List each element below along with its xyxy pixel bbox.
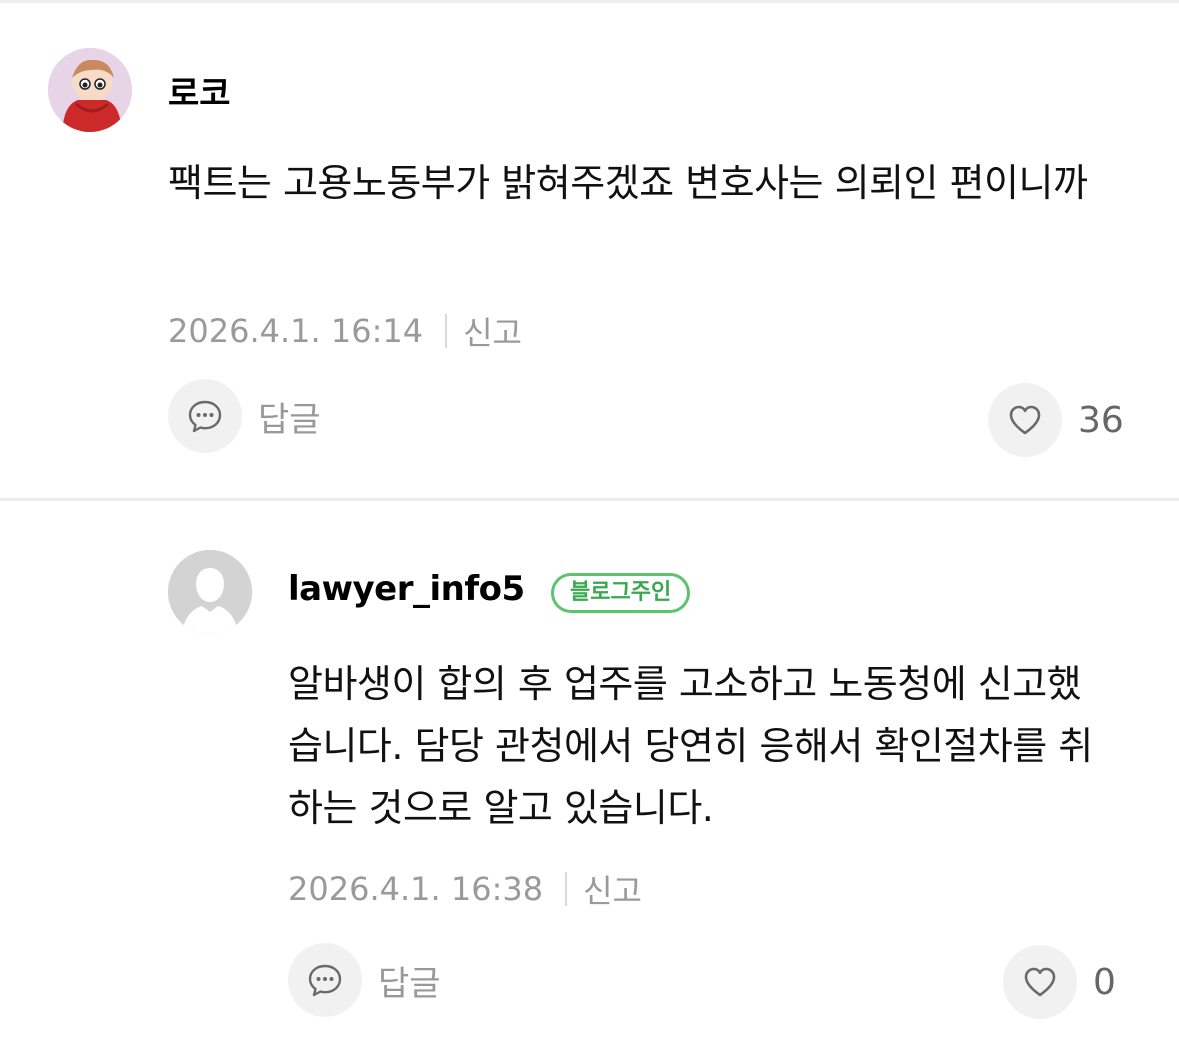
comment-item: 로코 팩트는 고용노동부가 밝혀주겠죠 변호사는 의뢰인 편이니까 2026.4… xyxy=(0,0,1179,498)
reply-button-circle[interactable] xyxy=(288,943,362,1017)
reply-button-circle[interactable] xyxy=(168,379,242,453)
like-button[interactable]: 0 xyxy=(1003,944,1116,1020)
reply-label[interactable]: 답글 xyxy=(258,392,321,441)
comment-author[interactable]: lawyer_info5 xyxy=(288,569,525,609)
comment-timestamp: 2026.4.1. 16:14 xyxy=(168,312,424,350)
like-button-circle[interactable] xyxy=(988,383,1062,457)
comment-text: 팩트는 고용노동부가 밝혀주겠죠 변호사는 의뢰인 편이니까 xyxy=(168,161,1088,205)
like-button-circle[interactable] xyxy=(1003,945,1077,1019)
comment-meta: 2026.4.1. 16:38 신고 xyxy=(288,866,642,912)
like-count: 36 xyxy=(1078,399,1124,441)
blog-owner-badge: 블로그주인 xyxy=(551,573,691,613)
default-user-avatar[interactable] xyxy=(168,550,252,634)
comment-text: 알바생이 합의 후 업주를 고소하고 노동청에 신고했습니다. 담당 관청에서 … xyxy=(288,662,1093,830)
heart-icon xyxy=(1024,967,1056,997)
reply-button[interactable]: 답글 xyxy=(288,942,441,1018)
comment-author[interactable]: 로코 xyxy=(168,66,231,115)
report-link[interactable]: 신고 xyxy=(583,866,642,912)
meta-separator xyxy=(445,314,448,348)
reply-button[interactable]: 답글 xyxy=(168,378,321,454)
heart-icon xyxy=(1009,405,1041,435)
speech-bubble-icon xyxy=(308,964,342,997)
cartoon-avatar[interactable] xyxy=(48,48,132,132)
comment-timestamp: 2026.4.1. 16:38 xyxy=(288,870,544,908)
report-link[interactable]: 신고 xyxy=(463,308,522,354)
reply-label[interactable]: 답글 xyxy=(378,956,441,1005)
speech-bubble-icon xyxy=(188,400,222,433)
comment-meta: 2026.4.1. 16:14 신고 xyxy=(168,308,522,354)
like-count: 0 xyxy=(1093,961,1116,1003)
meta-separator xyxy=(565,872,568,906)
comment-reply-item: lawyer_info5 블로그주인 알바생이 합의 후 업주를 고소하고 노동… xyxy=(0,501,1179,1050)
like-button[interactable]: 36 xyxy=(988,382,1124,458)
